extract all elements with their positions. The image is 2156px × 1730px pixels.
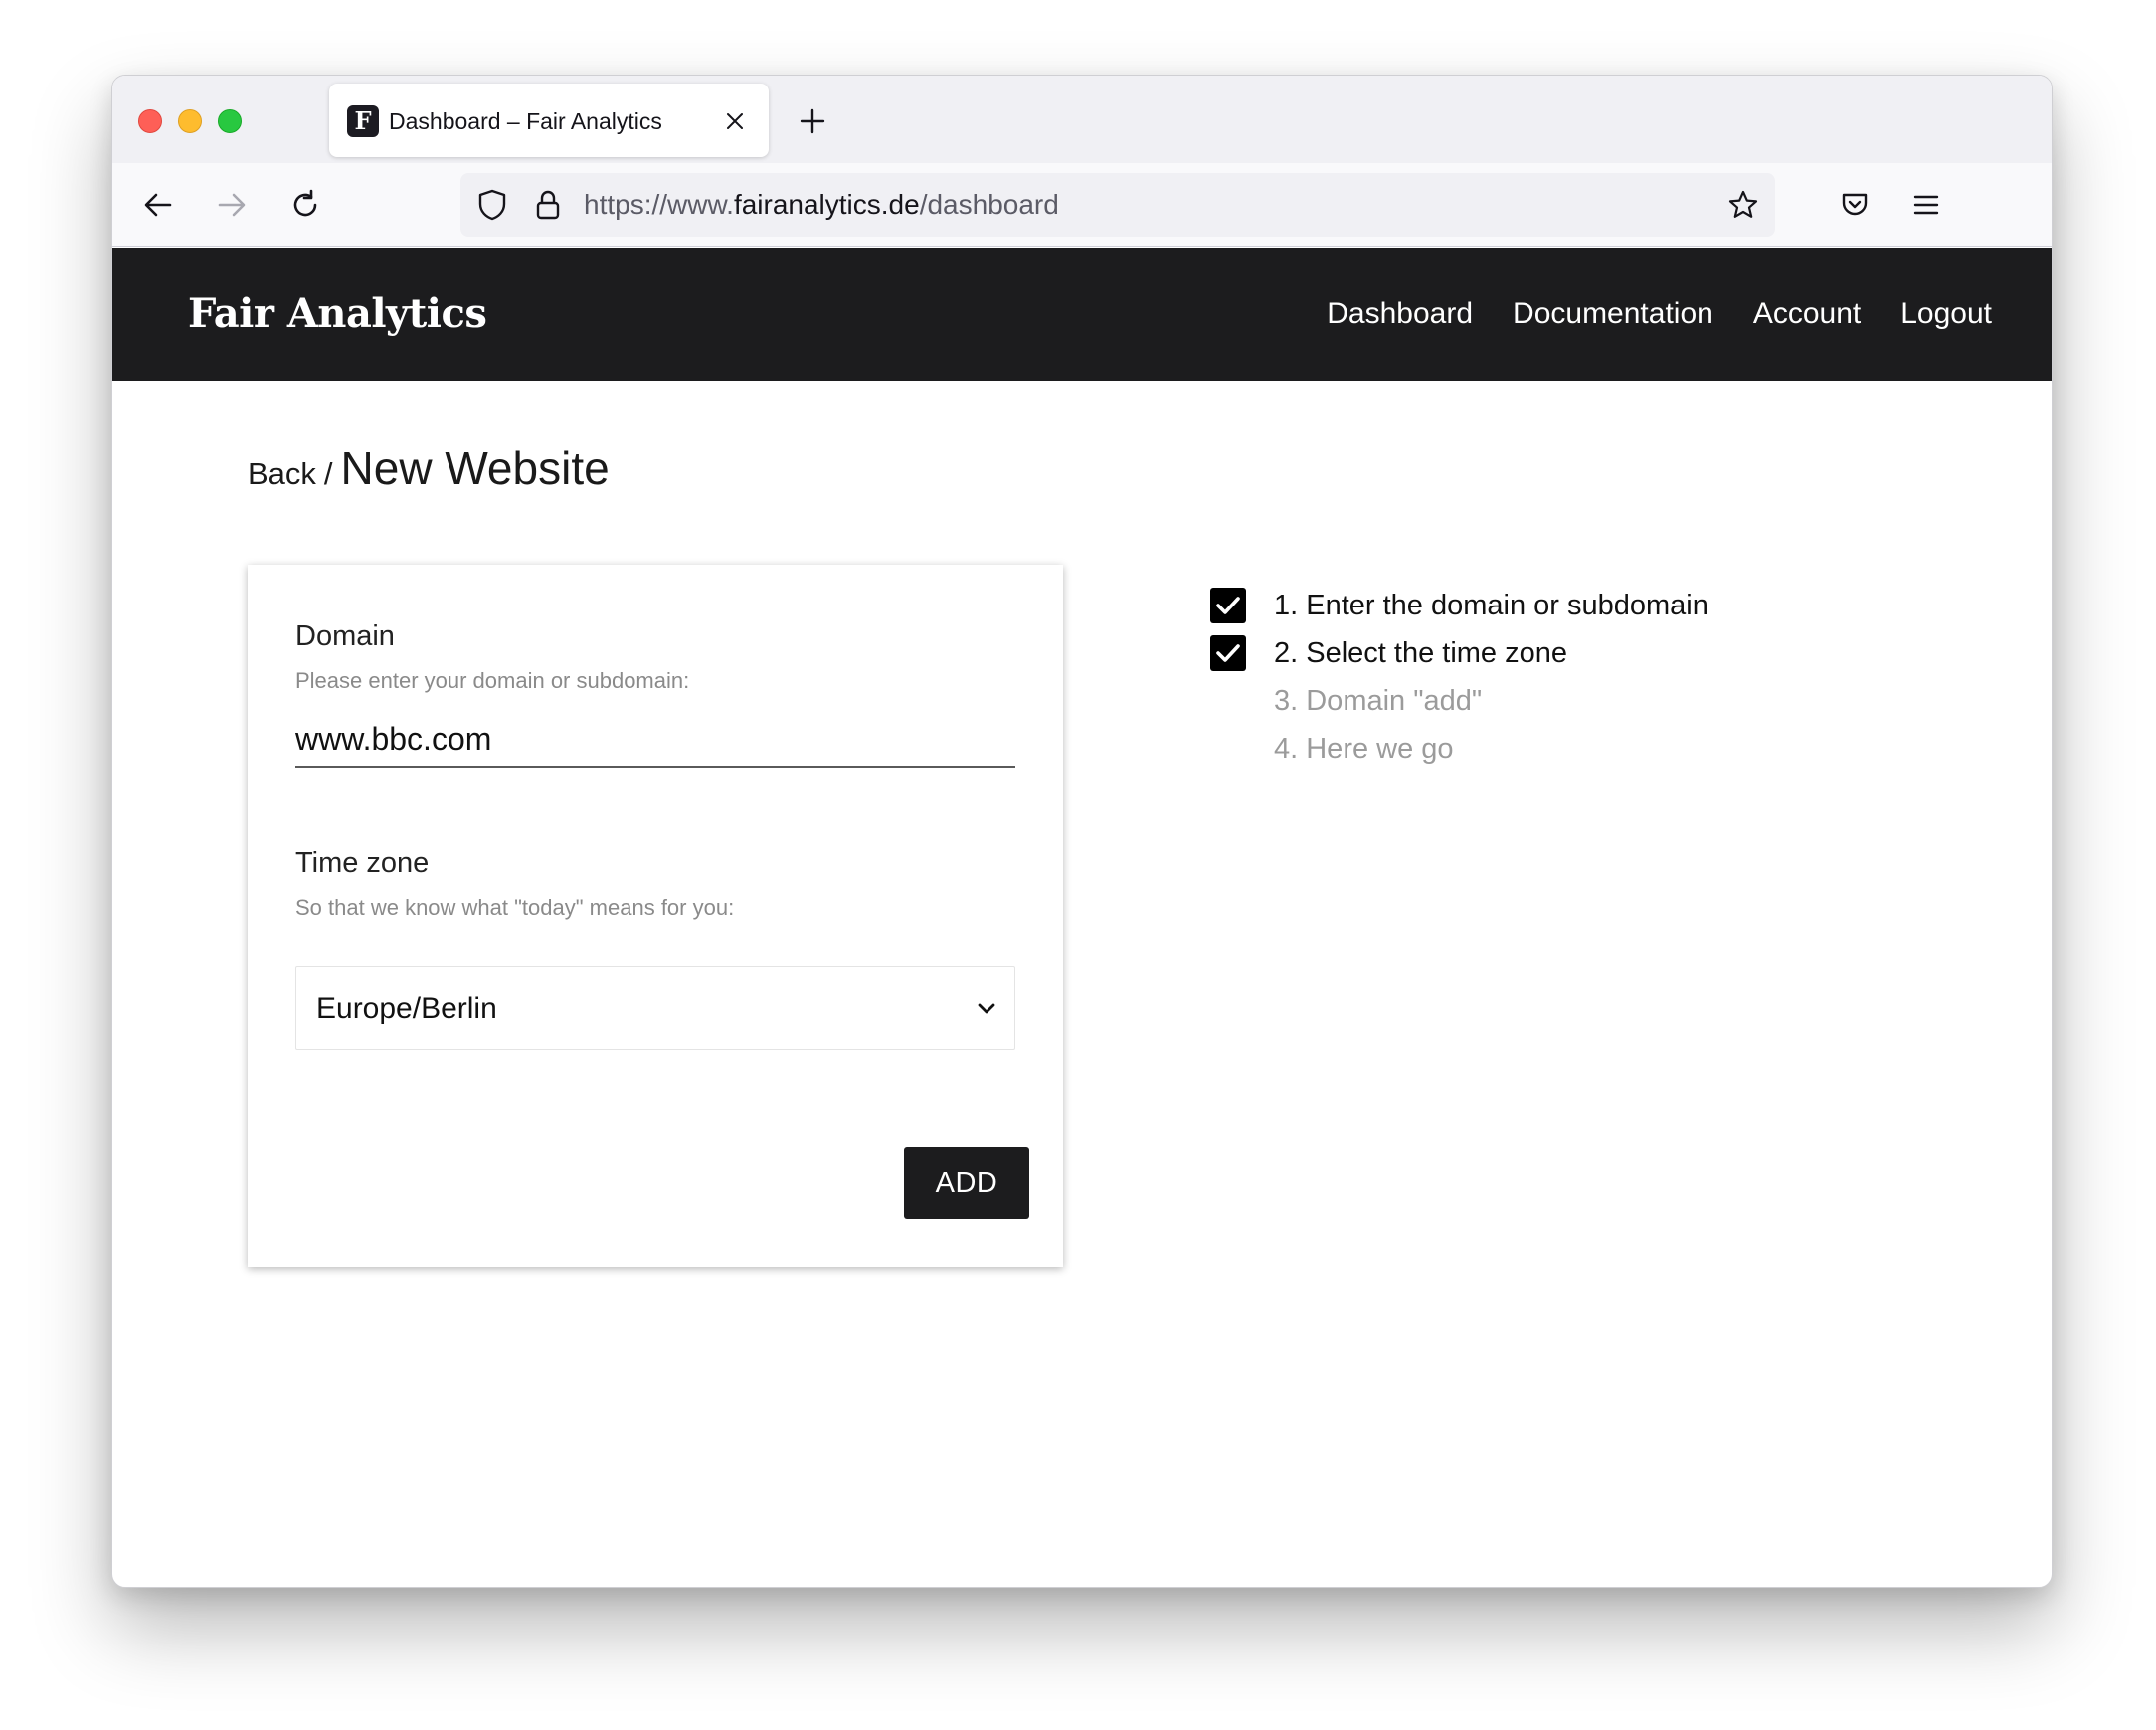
- back-arrow-icon[interactable]: [138, 185, 178, 225]
- maximize-window-button[interactable]: [218, 109, 242, 133]
- domain-help-text: Please enter your domain or subdomain:: [295, 668, 690, 693]
- site-logo[interactable]: Fair Analytics: [188, 248, 487, 381]
- back-link[interactable]: Back: [248, 456, 316, 492]
- step-text: 4. Here we go: [1274, 733, 1454, 765]
- timezone-selected-value: Europe/Berlin: [316, 992, 497, 1025]
- favicon-icon: F: [347, 105, 379, 137]
- url-text: https://www.fairanalytics.de/dashboard: [584, 173, 1059, 237]
- checkbox-checked-icon: [1210, 588, 1246, 623]
- step-text: 3. Domain "add": [1274, 685, 1483, 717]
- tab-strip: F Dashboard – Fair Analytics: [112, 76, 2052, 163]
- checkbox-checked-icon: [1210, 635, 1246, 671]
- close-tab-icon[interactable]: [719, 105, 751, 137]
- nav-account[interactable]: Account: [1753, 297, 1861, 331]
- site-header: Fair Analytics Dashboard Documentation A…: [112, 248, 2052, 381]
- add-button[interactable]: ADD: [904, 1147, 1029, 1219]
- nav-logout[interactable]: Logout: [1900, 297, 1992, 331]
- navigation-toolbar: https://www.fairanalytics.de/dashboard: [112, 163, 2052, 247]
- minimize-window-button[interactable]: [178, 109, 202, 133]
- chevron-down-icon: [971, 993, 1002, 1025]
- nav-documentation[interactable]: Documentation: [1513, 297, 1713, 331]
- step-text: 2. Select the time zone: [1274, 637, 1567, 669]
- browser-tab[interactable]: F Dashboard – Fair Analytics: [329, 84, 769, 157]
- new-tab-icon[interactable]: [793, 101, 832, 141]
- domain-input[interactable]: [295, 712, 1015, 768]
- lock-icon[interactable]: [530, 187, 566, 223]
- url-scheme: https://www.: [584, 189, 734, 220]
- address-bar[interactable]: https://www.fairanalytics.de/dashboard: [460, 173, 1775, 237]
- timezone-help-text: So that we know what "today" means for y…: [295, 895, 735, 920]
- close-window-button[interactable]: [138, 109, 162, 133]
- domain-label: Domain: [295, 620, 395, 652]
- breadcrumb: Back / New Website: [248, 441, 610, 495]
- timezone-label: Time zone: [295, 847, 430, 879]
- pocket-icon[interactable]: [1835, 185, 1875, 225]
- menu-icon[interactable]: [1906, 185, 1946, 225]
- breadcrumb-separator: /: [323, 456, 333, 491]
- timezone-select[interactable]: Europe/Berlin: [295, 966, 1015, 1050]
- reload-icon[interactable]: [285, 185, 325, 225]
- url-path: /dashboard: [919, 189, 1059, 220]
- tab-title: Dashboard – Fair Analytics: [389, 108, 662, 134]
- url-host: fairanalytics.de: [733, 189, 920, 220]
- bookmark-star-icon[interactable]: [1725, 187, 1761, 223]
- main-nav: Dashboard Documentation Account Logout: [1327, 248, 1992, 381]
- browser-window: F Dashboard – Fair Analytics https://www…: [111, 75, 2053, 1588]
- shield-icon[interactable]: [474, 187, 510, 223]
- nav-dashboard[interactable]: Dashboard: [1327, 297, 1473, 331]
- step-text: 1. Enter the domain or subdomain: [1274, 590, 1708, 621]
- new-website-form: Domain Please enter your domain or subdo…: [248, 565, 1063, 1267]
- forward-arrow-icon[interactable]: [212, 185, 252, 225]
- page-title: New Website: [340, 442, 610, 494]
